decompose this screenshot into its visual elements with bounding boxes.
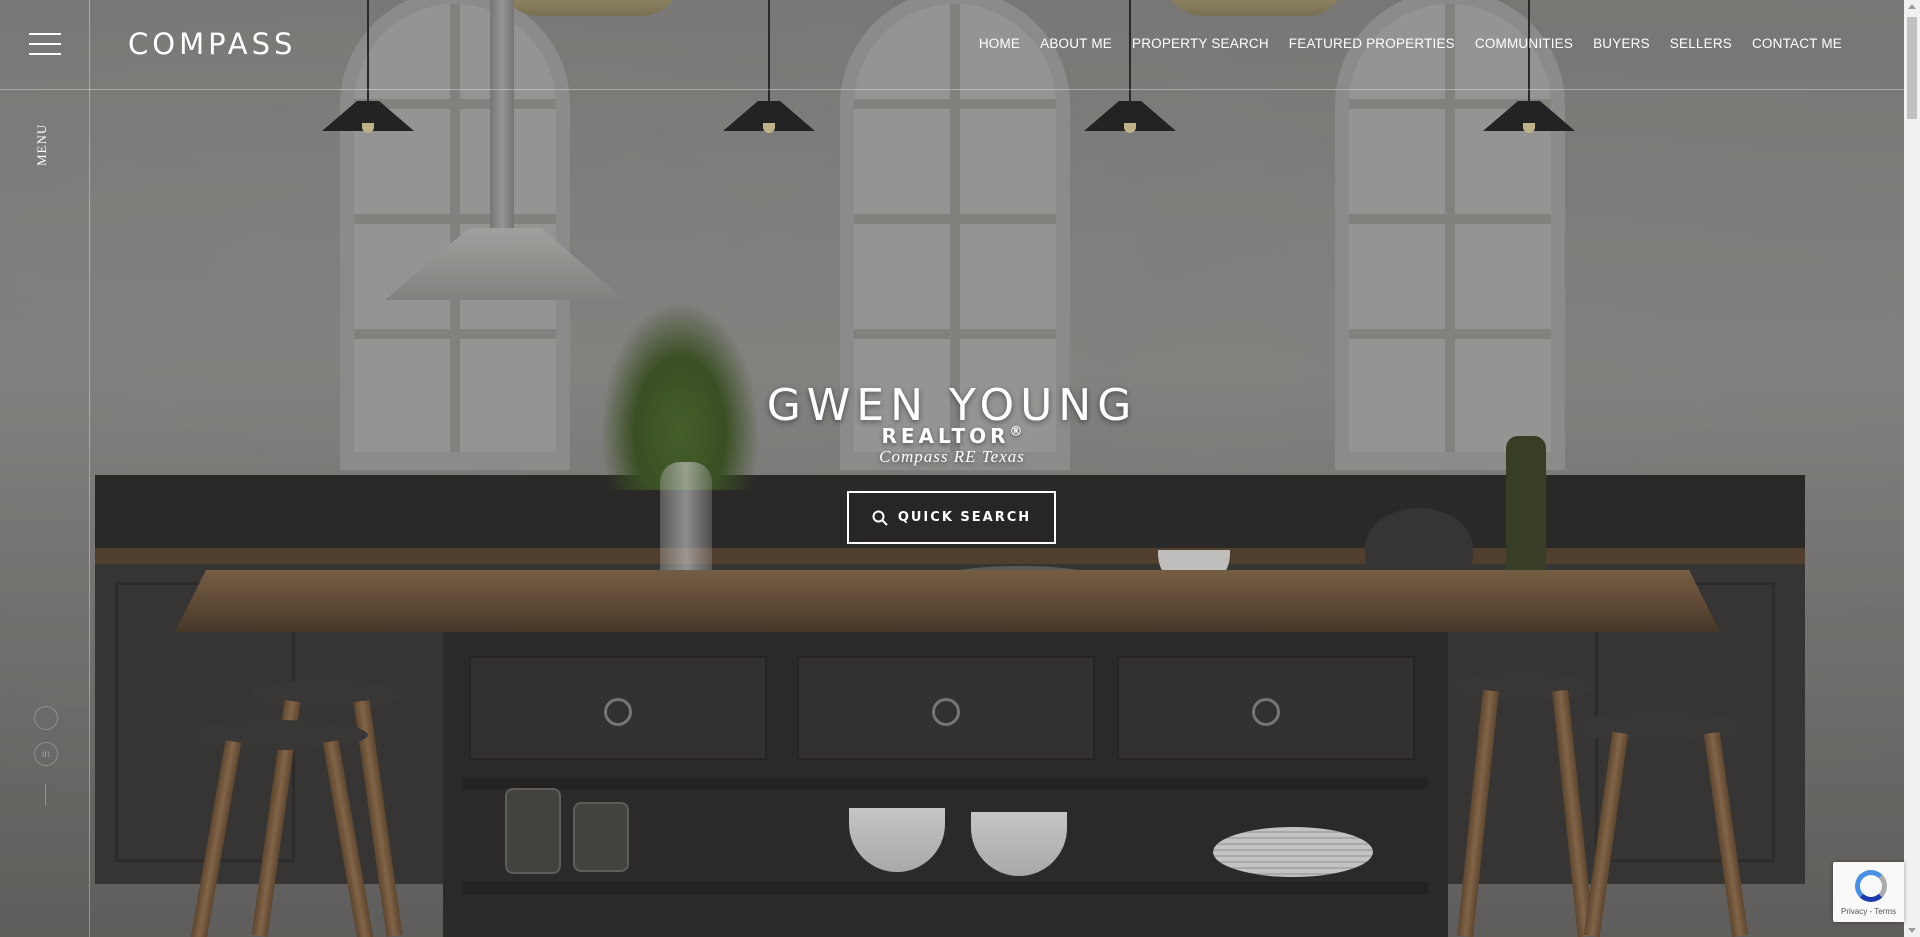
nav-communities[interactable]: COMMUNITIES	[1475, 36, 1573, 51]
hamburger-menu-icon[interactable]	[29, 33, 61, 55]
nav-home[interactable]: HOME	[979, 36, 1020, 51]
recaptcha-terms[interactable]: Privacy - Terms	[1833, 907, 1904, 916]
page-scrollbar[interactable]	[1904, 0, 1920, 937]
hero-background-image	[0, 0, 1904, 937]
scrollbar-thumb[interactable]	[1907, 17, 1917, 119]
nav-buyers[interactable]: BUYERS	[1593, 36, 1650, 51]
social-divider	[45, 784, 46, 806]
agent-title-text: REALTOR	[881, 424, 1010, 448]
agent-title: REALTOR®	[0, 424, 1904, 448]
linkedin-glyph: in	[42, 748, 50, 760]
nav-about-me[interactable]: ABOUT ME	[1040, 36, 1112, 51]
scroll-down-arrow-icon[interactable]	[1908, 928, 1916, 933]
nav-property-search[interactable]: PROPERTY SEARCH	[1132, 36, 1269, 51]
agent-company: Compass RE Texas	[879, 447, 1025, 466]
scroll-up-arrow-icon[interactable]	[1908, 4, 1916, 9]
quick-search-button[interactable]: QUICK SEARCH	[847, 491, 1056, 544]
nav-sellers[interactable]: SELLERS	[1670, 36, 1732, 51]
nav-featured-properties[interactable]: FEATURED PROPERTIES	[1289, 36, 1455, 51]
facebook-icon[interactable]	[34, 706, 58, 730]
recaptcha-badge[interactable]: Privacy - Terms	[1833, 862, 1904, 922]
dark-overlay	[0, 0, 1904, 937]
search-icon	[872, 510, 888, 526]
registered-mark: ®	[1009, 424, 1023, 440]
left-rail-divider	[89, 0, 90, 937]
linkedin-icon[interactable]: in	[34, 742, 58, 766]
nav-contact-me[interactable]: CONTACT ME	[1752, 36, 1842, 51]
logo-text: COMPASS	[128, 27, 297, 61]
compass-logo[interactable]: COMPASS	[128, 27, 296, 61]
header-divider	[0, 89, 1904, 90]
quick-search-label: QUICK SEARCH	[897, 510, 1032, 525]
recaptcha-icon	[1855, 870, 1887, 902]
main-nav: HOME ABOUT ME PROPERTY SEARCH FEATURED P…	[959, 36, 1842, 51]
sidebar-menu-label[interactable]: MENU	[34, 124, 50, 166]
